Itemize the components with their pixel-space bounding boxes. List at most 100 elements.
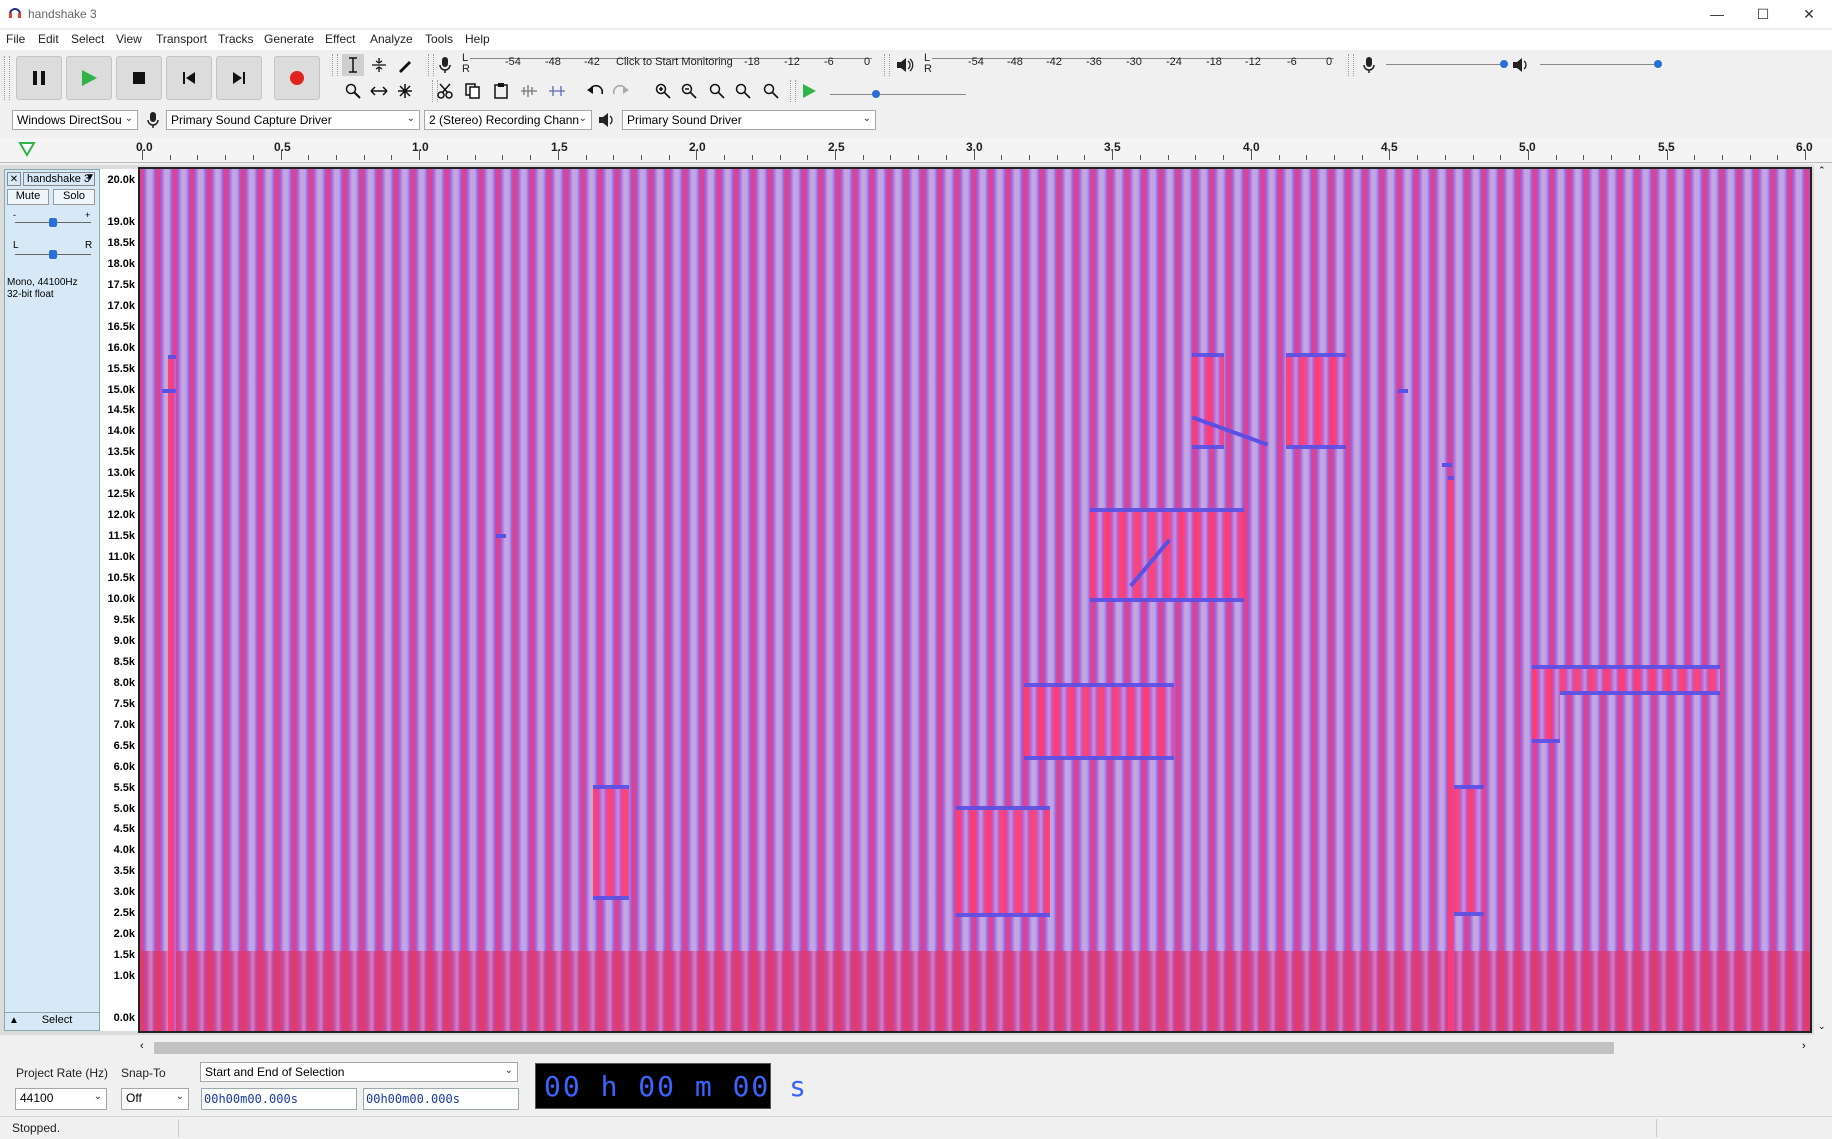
menu-effect[interactable]: Effect [325, 32, 355, 46]
close-window-button[interactable]: ✕ [1786, 0, 1832, 28]
menu-view[interactable]: View [116, 32, 142, 46]
frequency-scale[interactable]: 20.0k 19.0k 18.5k 18.0k 17.5k 17.0k 16.5k 16.0k… [100, 169, 138, 1031]
cut-icon[interactable] [434, 80, 456, 102]
scroll-right-icon[interactable]: › [1802, 1040, 1806, 1052]
snap-to-select[interactable]: Off ⌄ [121, 1088, 189, 1110]
silence-icon[interactable] [546, 80, 568, 102]
input-device-select[interactable]: Primary Sound Capture Driver ⌄ [166, 110, 420, 130]
record-button[interactable] [274, 56, 320, 100]
project-rate-select[interactable]: 44100 ⌄ [15, 1088, 107, 1110]
fit-project-icon[interactable] [732, 80, 754, 102]
zoom-tool-icon[interactable] [342, 80, 364, 102]
envelope-tool-icon[interactable] [368, 54, 390, 76]
draw-tool-icon[interactable] [394, 54, 416, 76]
pause-button[interactable] [16, 56, 62, 100]
record-tick: -12 [784, 56, 800, 68]
zoom-toggle-icon[interactable] [760, 80, 782, 102]
toolbar-grip[interactable] [332, 54, 338, 76]
monitor-prompt[interactable]: Click to Start Monitoring [616, 56, 733, 68]
frequency-label: 11.5k [108, 530, 135, 543]
ruler-tick [1167, 155, 1169, 160]
toolbars: L R -54 -48 -42 Click to Start Monitorin… [0, 50, 1832, 106]
record-tick: -6 [824, 56, 834, 68]
scroll-down-icon[interactable]: ⌄ [1818, 1021, 1826, 1032]
fit-selection-icon[interactable] [706, 80, 728, 102]
skip-to-start-button[interactable] [166, 56, 212, 100]
mixer-mic-icon[interactable] [1358, 54, 1380, 76]
playback-volume-thumb[interactable] [1654, 60, 1662, 68]
menu-help[interactable]: Help [465, 32, 490, 46]
redo-icon[interactable] [610, 80, 632, 102]
skip-to-end-button[interactable] [216, 56, 262, 100]
play-button[interactable] [66, 56, 112, 100]
frequency-label: 2.0k [113, 928, 135, 941]
frequency-label: 15.0k [107, 383, 135, 396]
record-tick: -54 [505, 56, 521, 68]
pan-slider-thumb[interactable] [49, 250, 57, 259]
ruler-tick [1223, 155, 1225, 160]
scroll-left-icon[interactable]: ‹ [140, 1040, 144, 1052]
menu-analyze[interactable]: Analyze [370, 32, 413, 46]
menu-file[interactable]: File [6, 32, 25, 46]
toolbar-grip[interactable] [4, 56, 10, 100]
multi-tool-icon[interactable] [394, 80, 416, 102]
scroll-up-icon[interactable]: ⌃ [1818, 165, 1826, 176]
close-track-icon[interactable]: ✕ [7, 172, 21, 186]
horizontal-scroll-thumb[interactable] [154, 1042, 1614, 1054]
gain-plus-label: + [85, 210, 91, 220]
ruler-tick [696, 150, 698, 160]
recording-volume-thumb[interactable] [1500, 60, 1508, 68]
minimize-button[interactable]: — [1694, 0, 1740, 28]
maximize-button[interactable]: ☐ [1740, 0, 1786, 28]
copy-icon[interactable] [462, 80, 484, 102]
input-mic-icon [142, 109, 164, 131]
audio-host-select[interactable]: Windows DirectSou ⌄ [12, 110, 138, 130]
ruler-tick [1638, 155, 1640, 160]
channels-select[interactable]: 2 (Stereo) Recording Chann ⌄ [424, 110, 592, 130]
solo-button[interactable]: Solo [53, 189, 95, 205]
time-shift-tool-icon[interactable] [368, 80, 390, 102]
mixer-speaker-icon[interactable] [1510, 54, 1532, 76]
menu-generate[interactable]: Generate [264, 32, 314, 46]
audio-position-display[interactable]: 00 h 00 m 00 s [535, 1063, 806, 1109]
zoom-in-icon[interactable] [652, 80, 674, 102]
toolbar-grip[interactable] [884, 54, 890, 76]
record-meter-mic-icon[interactable] [434, 54, 456, 76]
selection-tool-icon[interactable] [342, 54, 364, 76]
zoom-out-icon[interactable] [678, 80, 700, 102]
gain-slider-thumb[interactable] [49, 218, 57, 227]
menu-edit[interactable]: Edit [38, 32, 59, 46]
menu-select[interactable]: Select [71, 32, 104, 46]
play-speed-slider[interactable] [830, 94, 966, 95]
toolbar-grip[interactable] [790, 80, 796, 102]
project-rate-value: 44100 [20, 1091, 54, 1105]
menu-transport[interactable]: Transport [156, 32, 207, 46]
playback-meter-speaker-icon[interactable] [894, 54, 916, 76]
menu-tools[interactable]: Tools [425, 32, 453, 46]
play-at-speed-icon[interactable] [798, 80, 820, 102]
stop-button[interactable] [116, 56, 162, 100]
selection-start-time[interactable]: 00h00m00.000s [201, 1088, 357, 1110]
selection-mode-select[interactable]: Start and End of Selection ⌄ [200, 1062, 518, 1082]
spectrogram-view[interactable] [138, 167, 1812, 1033]
ruler-tick [557, 150, 559, 160]
playback-volume-slider[interactable] [1540, 64, 1660, 65]
select-track-button[interactable]: Select [27, 1014, 87, 1028]
toolbar-grip[interactable] [1348, 54, 1354, 76]
vertical-scrollbar[interactable]: ⌃ ⌄ [1814, 165, 1832, 1035]
paste-icon[interactable] [490, 80, 512, 102]
menu-tracks[interactable]: Tracks [218, 32, 254, 46]
trim-icon[interactable] [518, 80, 540, 102]
play-speed-thumb[interactable] [872, 90, 880, 98]
recording-volume-slider[interactable] [1386, 64, 1506, 65]
timeline-ruler[interactable]: 0.0 0.5 1.0 1.5 2.0 2.5 3.0 3.5 4.0 4.5 … [0, 138, 1832, 163]
frequency-label: 15.5k [107, 362, 135, 375]
undo-icon[interactable] [584, 80, 606, 102]
collapse-track-icon[interactable]: ▲ [9, 1015, 19, 1026]
frequency-label: 6.5k [113, 739, 135, 752]
output-device-select[interactable]: Primary Sound Driver ⌄ [622, 110, 876, 130]
horizontal-scrollbar[interactable]: ‹ › [140, 1040, 1814, 1056]
chevron-down-icon: ⌄ [862, 113, 871, 124]
mute-button[interactable]: Mute [7, 189, 49, 205]
selection-end-time[interactable]: 00h00m00.000s [363, 1088, 519, 1110]
